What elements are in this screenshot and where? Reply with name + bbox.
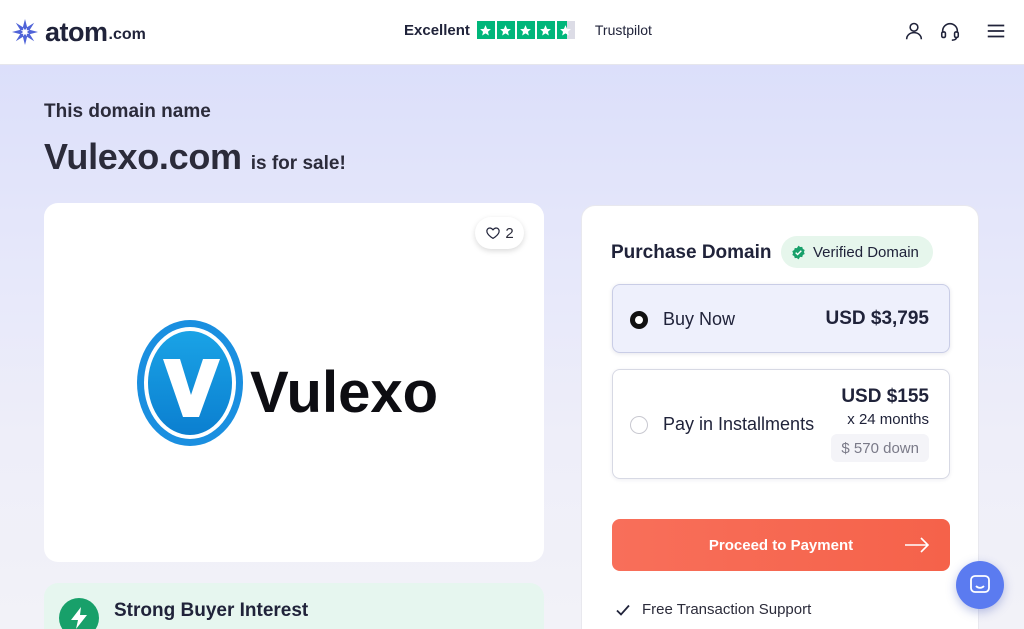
installments-label: Pay in Installments (663, 414, 815, 434)
trustpilot-brand: Trustpilot (594, 22, 652, 38)
site-header: atom .com Excellent Trustpilot (0, 0, 1024, 65)
verified-badge: Verified Domain (781, 236, 933, 268)
buy-now-radio[interactable] (630, 311, 648, 329)
star-icon (536, 21, 555, 39)
verified-check-icon (792, 245, 805, 259)
for-sale-label: is for sale! (250, 153, 346, 174)
half-star-icon (556, 21, 575, 39)
domain-name: Vulexo.com (44, 136, 242, 177)
buy-now-label: Buy Now (663, 309, 736, 329)
installments-price: USD $155 (841, 386, 929, 407)
hero-kicker: This domain name (44, 101, 211, 122)
logo-suffix: .com (108, 25, 146, 43)
atom-logo[interactable]: atom .com (11, 16, 146, 48)
trust-label: Excellent (404, 21, 470, 39)
vulexo-brand-logo: Vulexo (137, 320, 438, 446)
buy-now-option[interactable]: Buy Now USD $3,795 (612, 284, 950, 353)
proceed-label: Proceed to Payment (708, 536, 854, 554)
buyer-interest-label: Strong Buyer Interest (114, 600, 309, 621)
installments-term: x 24 months (847, 411, 929, 428)
atom-star-icon (12, 19, 38, 45)
star-icon (516, 21, 535, 39)
brand-logo-text: Vulexo (250, 360, 438, 425)
trustpilot-rating[interactable]: Excellent Trustpilot (404, 19, 652, 41)
installments-radio[interactable] (630, 416, 648, 434)
down-payment-badge: $ 570 down (831, 434, 929, 462)
hero-title: Vulexo.com is for sale! (44, 136, 346, 178)
rating-stars (476, 21, 575, 39)
menu-icon[interactable] (985, 20, 1007, 42)
installments-option[interactable]: Pay in Installments USD $155 x 24 months… (612, 369, 950, 479)
buy-now-price: USD $3,795 (825, 308, 929, 329)
purchase-title: Purchase Domain (611, 242, 772, 263)
like-count: 2 (505, 224, 514, 242)
like-button[interactable]: 2 (475, 217, 524, 249)
proceed-to-payment-button[interactable]: Proceed to Payment (612, 519, 950, 571)
domain-logo-card: 2 Vulexo (44, 203, 544, 562)
feature-item: Free Transaction Support (615, 601, 811, 618)
logo-text: atom (45, 16, 108, 47)
lightning-icon (59, 598, 99, 629)
arrow-right-icon (905, 537, 930, 553)
chat-launcher-button[interactable] (956, 561, 1004, 609)
buyer-interest-card: Strong Buyer Interest (44, 583, 544, 629)
purchase-panel: Purchase Domain Verified Domain Buy Now … (581, 205, 979, 629)
headset-icon[interactable] (939, 20, 961, 42)
star-icon (476, 21, 495, 39)
chat-icon (970, 575, 990, 593)
user-icon[interactable] (903, 20, 925, 42)
feature-label: Free Transaction Support (642, 601, 812, 618)
heart-icon (486, 227, 501, 240)
star-icon (496, 21, 515, 39)
checkmark-icon (616, 604, 630, 616)
verified-label: Verified Domain (813, 243, 919, 261)
